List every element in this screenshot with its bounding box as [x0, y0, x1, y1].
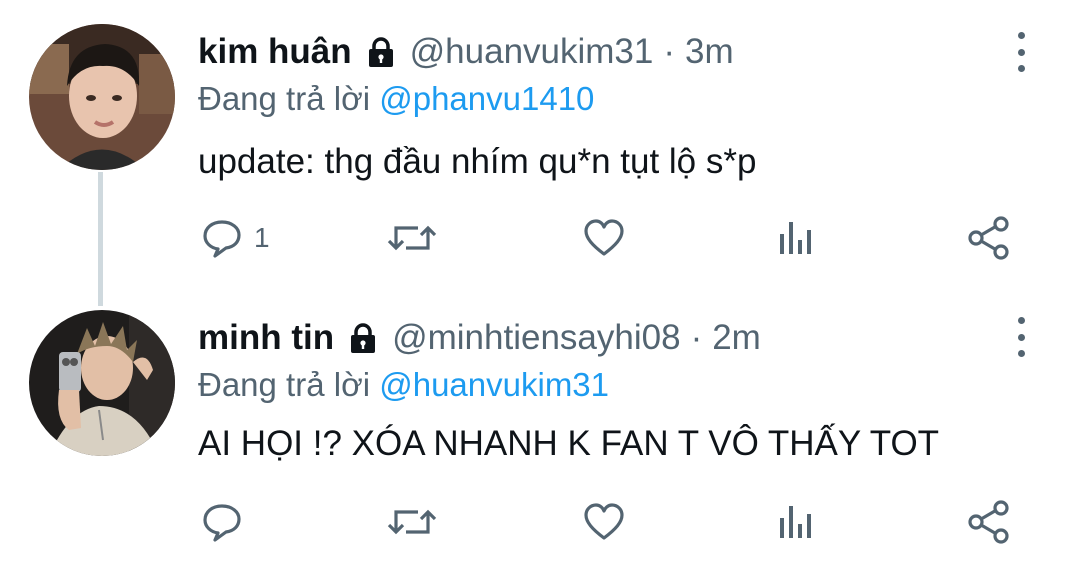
replying-to: Đang trả lời @huanvukim31 — [198, 366, 609, 404]
views-button[interactable] — [776, 216, 816, 260]
share-icon — [966, 216, 1012, 260]
handle[interactable]: @huanvukim31 — [410, 32, 654, 72]
replying-to: Đang trả lời @phanvu1410 — [198, 80, 594, 118]
reply-mention[interactable]: @phanvu1410 — [379, 80, 594, 117]
views-icon — [776, 500, 816, 544]
reply-button[interactable] — [200, 500, 254, 544]
share-icon — [966, 500, 1012, 544]
heart-icon — [582, 500, 626, 544]
reply-count: 1 — [254, 222, 270, 253]
views-icon — [776, 216, 816, 260]
like-button[interactable] — [582, 500, 626, 544]
like-button[interactable] — [582, 216, 626, 260]
separator: · — [663, 32, 676, 71]
lock-icon — [364, 35, 398, 69]
share-button[interactable] — [966, 500, 1012, 544]
heart-icon — [582, 216, 626, 260]
avatar-kim-huan[interactable] — [29, 24, 175, 170]
display-name[interactable]: minh tin — [198, 318, 334, 358]
views-button[interactable] — [776, 500, 816, 544]
handle[interactable]: @minhtiensayhi08 — [392, 318, 680, 358]
tweet-text: update: thg đầu nhím qu*n tụt lộ s*p — [198, 142, 757, 181]
reply-icon — [200, 500, 244, 544]
lock-icon — [346, 321, 380, 355]
retweet-button[interactable] — [386, 500, 438, 544]
reply-icon — [200, 216, 244, 260]
more-vertical-icon[interactable] — [1005, 317, 1037, 357]
share-button[interactable] — [966, 216, 1012, 260]
avatar-minh-tin[interactable] — [29, 310, 175, 456]
tweet-header: minh tin @minhtiensayhi08 · 2m — [198, 316, 761, 360]
display-name[interactable]: kim huân — [198, 32, 352, 72]
tweet-text: AI HỌI !? XÓA NHANH K FAN T VÔ THẤY TOT — [198, 424, 940, 463]
reply-prefix: Đang trả lời — [198, 366, 371, 403]
retweet-icon — [386, 216, 438, 260]
tweet-actions — [0, 500, 1079, 544]
reply-button[interactable]: 1 — [200, 216, 270, 260]
timestamp[interactable]: 2m — [712, 318, 761, 358]
separator: · — [690, 318, 703, 357]
timestamp[interactable]: 3m — [685, 32, 734, 72]
retweet-icon — [386, 500, 438, 544]
more-vertical-icon[interactable] — [1005, 32, 1037, 72]
tweet-header: kim huân @huanvukim31 · 3m — [198, 30, 734, 74]
reply-prefix: Đang trả lời — [198, 80, 371, 117]
retweet-button[interactable] — [386, 216, 438, 260]
tweet-actions: 1 — [0, 216, 1079, 260]
reply-mention[interactable]: @huanvukim31 — [379, 366, 609, 403]
